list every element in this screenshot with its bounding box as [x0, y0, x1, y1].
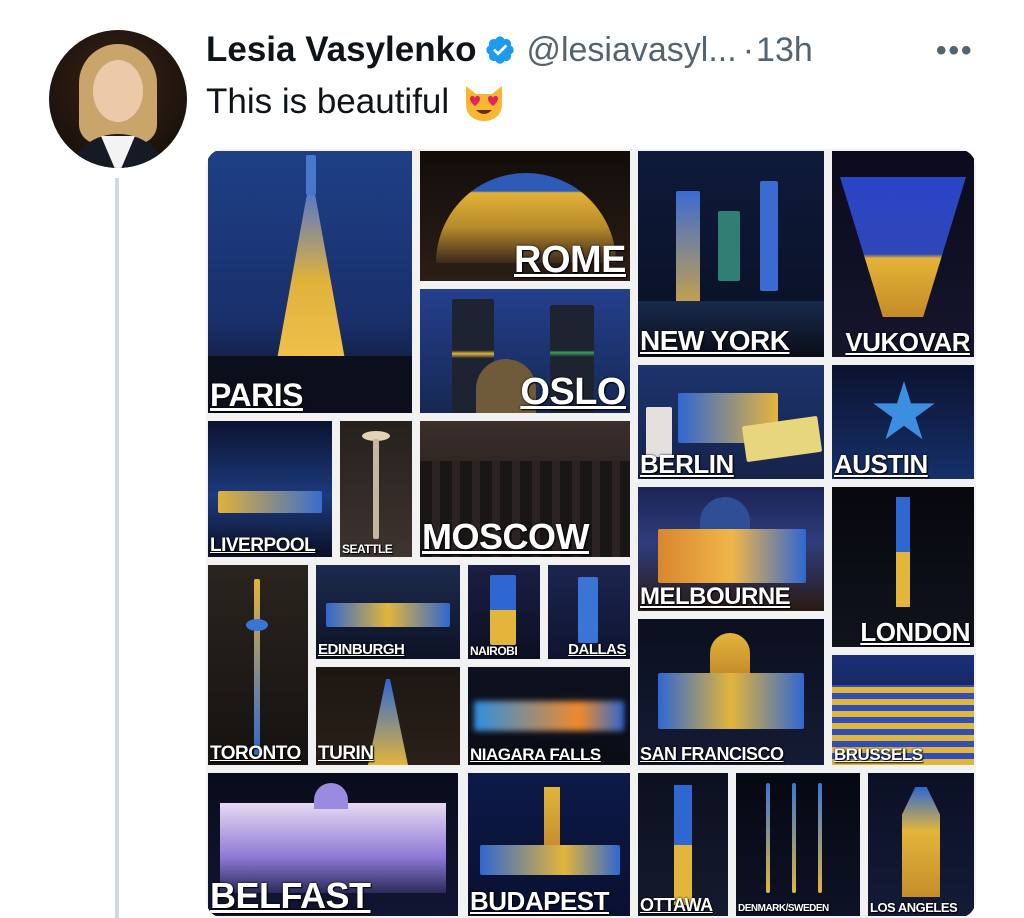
verified-badge-icon	[486, 36, 515, 64]
photo-oslo: OSLO	[420, 289, 630, 413]
label-san-francisco: SAN FRANCISCO	[640, 744, 784, 764]
label-nairobi: NAIROBI	[470, 644, 518, 658]
photo-melbourne: MELBOURNE	[638, 487, 824, 611]
label-new-york: NEW YORK	[640, 325, 790, 356]
label-oslo: OSLO	[520, 371, 626, 413]
photo-nairobi: NAIROBI	[468, 565, 540, 659]
label-ottawa: OTTAWA	[640, 895, 713, 915]
photo-austin: AUSTIN	[832, 365, 974, 479]
photo-belfast: BELFAST	[208, 773, 458, 916]
label-brussels: BRUSSELS	[834, 745, 923, 764]
label-london: LONDON	[860, 617, 970, 647]
author-name[interactable]: Lesia Vasylenko	[206, 30, 476, 70]
label-moscow: MOSCOW	[422, 516, 589, 557]
label-denmark-sweden: DENMARK/SWEDEN	[738, 903, 829, 914]
tweet-text: This is beautiful	[206, 82, 507, 122]
label-berlin: BERLIN	[640, 449, 734, 479]
author-avatar[interactable]	[49, 30, 187, 168]
label-liverpool: LIVERPOOL	[210, 535, 316, 556]
photo-edinburgh: EDINBURGH	[316, 565, 460, 659]
label-belfast: BELFAST	[210, 875, 371, 916]
tweet-header: Lesia Vasylenko @lesiavasyl... · 13h	[206, 28, 966, 72]
label-toronto: TORONTO	[210, 743, 301, 764]
label-niagara-falls: NIAGARA FALLS	[470, 745, 601, 764]
photo-budapest: BUDAPEST	[468, 773, 630, 916]
photo-seattle: SEATTLE	[340, 421, 412, 557]
photo-vukovar: VUKOVAR	[832, 151, 974, 357]
label-edinburgh: EDINBURGH	[318, 641, 405, 658]
tweet-body: This is beautiful	[206, 82, 450, 121]
header-separator: ·	[742, 30, 755, 69]
photo-los-angeles: LOS ANGELES	[868, 773, 974, 916]
avatar-face	[93, 60, 143, 122]
photo-ottawa: OTTAWA	[638, 773, 728, 916]
label-vukovar: VUKOVAR	[845, 327, 970, 357]
label-paris: PARIS	[210, 377, 303, 413]
photo-toronto: TORONTO	[208, 565, 308, 765]
tweet-image-collage[interactable]: PARIS ROME NEW YORK VUKOVAR OSLO BERLIN …	[206, 149, 976, 918]
label-dallas: DALLAS	[568, 641, 626, 658]
photo-denmark-sweden: DENMARK/SWEDEN	[736, 773, 860, 916]
photo-brussels: BRUSSELS	[832, 655, 974, 765]
photo-liverpool: LIVERPOOL	[208, 421, 332, 557]
label-austin: AUSTIN	[834, 449, 928, 479]
photo-san-francisco: SAN FRANCISCO	[638, 619, 824, 765]
photo-rome: ROME	[420, 151, 630, 281]
smiling-cat-heart-eyes-emoji-icon	[466, 86, 503, 121]
more-options-icon[interactable]: •••	[936, 34, 974, 68]
label-budapest: BUDAPEST	[470, 886, 610, 916]
label-melbourne: MELBOURNE	[640, 583, 791, 610]
photo-moscow: MOSCOW	[420, 421, 630, 557]
thread-connector-line	[115, 178, 119, 918]
label-los-angeles: LOS ANGELES	[870, 900, 958, 915]
tweet-timestamp[interactable]: 13h	[756, 31, 813, 70]
photo-dallas: DALLAS	[548, 565, 630, 659]
label-turin: TURIN	[318, 743, 374, 764]
photo-niagara-falls: NIAGARA FALLS	[468, 667, 630, 765]
photo-new-york: NEW YORK	[638, 151, 824, 357]
label-seattle: SEATTLE	[342, 542, 393, 556]
photo-london: LONDON	[832, 487, 974, 647]
photo-berlin: BERLIN	[638, 365, 824, 479]
author-handle[interactable]: @lesiavasyl...	[526, 31, 736, 70]
label-rome: ROME	[514, 239, 627, 281]
photo-paris: PARIS	[208, 151, 412, 413]
photo-turin: TURIN	[316, 667, 460, 765]
